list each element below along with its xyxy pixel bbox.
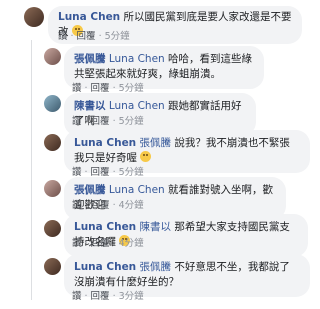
comment-time[interactable]: 4分鐘 [119, 238, 144, 249]
comment-author[interactable]: Luna Chen [74, 261, 136, 273]
like-link[interactable]: 讚 [72, 291, 82, 302]
like-link[interactable]: 讚 [72, 116, 82, 127]
comment-time[interactable]: 5分鐘 [105, 31, 130, 42]
comment-meta: 讚 · 回覆 · 4分鐘 [72, 238, 144, 249]
comment-author[interactable]: 張佩騰 [74, 184, 106, 196]
reply-link[interactable]: 回覆 [91, 238, 110, 249]
avatar[interactable] [24, 7, 44, 27]
mention-link[interactable]: Luna Chen [109, 53, 165, 65]
avatar[interactable] [44, 134, 61, 151]
mention-link[interactable]: Luna Chen [109, 184, 165, 196]
like-link[interactable]: 讚 [72, 200, 82, 211]
avatar[interactable] [44, 95, 61, 112]
comment-meta: 讚 · 回覆 · 4分鐘 [72, 200, 144, 211]
comment-author[interactable]: Luna Chen [74, 221, 136, 233]
mention-link[interactable]: 張佩騰 [140, 261, 172, 273]
reply-link[interactable]: 回覆 [77, 31, 96, 42]
comment-time[interactable]: 5分鐘 [119, 116, 144, 127]
comment-meta: 讚 · 回覆 · 5分鐘 [72, 83, 144, 94]
avatar[interactable] [44, 48, 61, 65]
comment-author[interactable]: Luna Chen [58, 11, 120, 23]
mention-link[interactable]: 張佩騰 [140, 137, 172, 149]
comment-author[interactable]: Luna Chen [74, 137, 136, 149]
like-link[interactable]: 讚 [72, 238, 82, 249]
reply-link[interactable]: 回覆 [91, 200, 110, 211]
comment-author[interactable]: 陳書以 [74, 100, 106, 112]
like-link[interactable]: 讚 [58, 31, 68, 42]
reply-thread-line [31, 40, 32, 300]
avatar[interactable] [44, 258, 61, 275]
comment-meta: 讚 · 回覆 · 5分鐘 [72, 116, 144, 127]
mention-link[interactable]: 陳書以 [140, 221, 172, 233]
mention-link[interactable]: Luna Chen [109, 100, 165, 112]
smile-emoji-icon [140, 151, 152, 162]
comment-time[interactable]: 3分鐘 [119, 291, 144, 302]
reply-link[interactable]: 回覆 [91, 291, 110, 302]
comment-meta: 讚 · 回覆 · 5分鐘 [72, 167, 144, 178]
comment-meta: 讚 · 回覆 · 5分鐘 [58, 31, 130, 42]
avatar[interactable] [44, 220, 61, 237]
comment-meta: 讚 · 回覆 · 3分鐘 [72, 291, 144, 302]
comment-author[interactable]: 張佩騰 [74, 53, 106, 65]
reply-link[interactable]: 回覆 [91, 116, 110, 127]
avatar[interactable] [44, 180, 61, 197]
comment-time[interactable]: 4分鐘 [119, 200, 144, 211]
